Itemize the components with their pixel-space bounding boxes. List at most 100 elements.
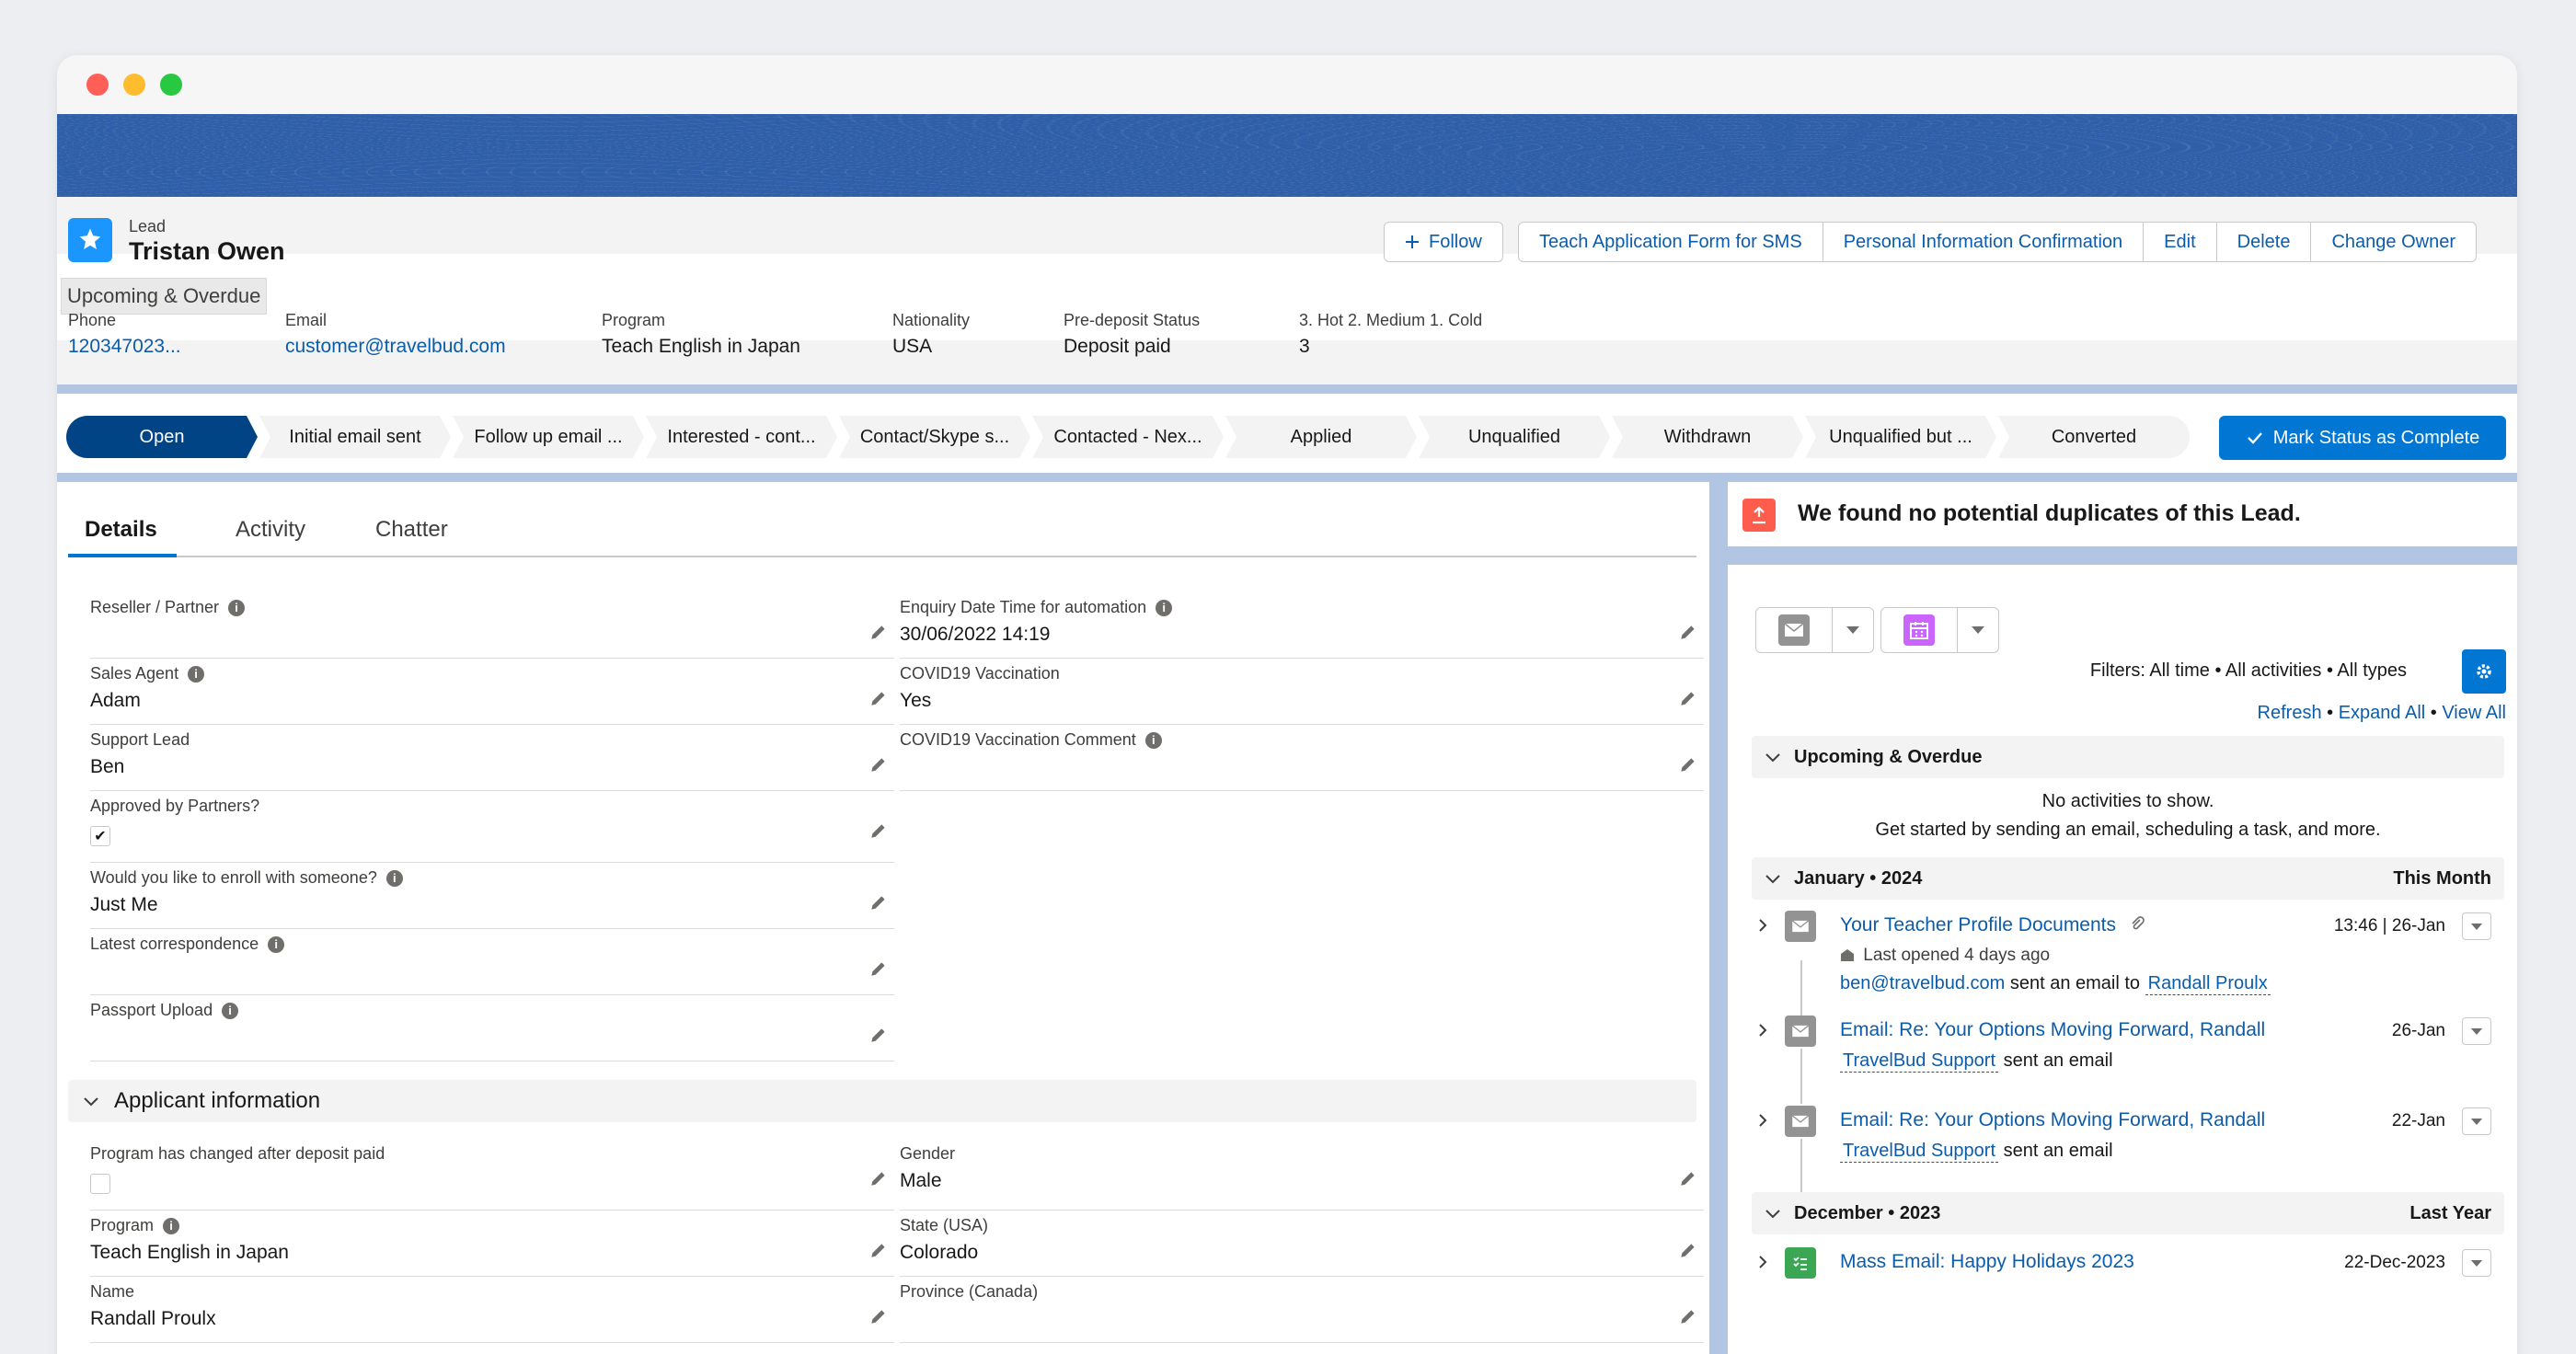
title-bar: [57, 55, 2517, 114]
edit-pencil-icon[interactable]: [1678, 1306, 1698, 1326]
path-stage-applied[interactable]: Applied: [1225, 416, 1417, 458]
edit-pencil-icon[interactable]: [868, 622, 889, 642]
info-icon[interactable]: i: [188, 665, 205, 683]
teach-application-form-button[interactable]: Teach Application Form for SMS: [1518, 222, 1823, 262]
activity-menu-button[interactable]: [2462, 1107, 2491, 1135]
path-stage-unqualified[interactable]: Unqualified: [1419, 416, 1610, 458]
follow-button[interactable]: Follow: [1384, 222, 1503, 262]
chevron-right-icon[interactable]: [1755, 1255, 1770, 1269]
sender-link[interactable]: TravelBud Support: [1840, 1141, 1999, 1163]
close-window-button[interactable]: [86, 74, 109, 96]
activity-menu-button[interactable]: [2462, 1017, 2491, 1045]
edit-pencil-icon[interactable]: [868, 1240, 889, 1260]
edit-pencil-icon[interactable]: [868, 892, 889, 912]
info-icon[interactable]: i: [228, 599, 246, 616]
field-sales-agent: Sales Agent i Adam: [90, 659, 894, 725]
tab-activity[interactable]: Activity: [236, 517, 305, 543]
activity-title[interactable]: Email: Re: Your Options Moving Forward, …: [1840, 1019, 2265, 1041]
edit-pencil-icon[interactable]: [868, 1025, 889, 1045]
edit-pencil-icon[interactable]: [1678, 1168, 1698, 1188]
info-icon[interactable]: i: [222, 1002, 239, 1019]
edit-pencil-icon[interactable]: [868, 958, 889, 979]
empty-line-2: Get started by sending an email, schedul…: [1875, 820, 2381, 840]
edit-pencil-icon[interactable]: [868, 688, 889, 708]
maximize-window-button[interactable]: [160, 74, 182, 96]
expand-all-link[interactable]: Expand All: [2339, 703, 2426, 723]
refresh-link[interactable]: Refresh: [2258, 703, 2322, 723]
envelope-open-icon: [1841, 949, 1854, 961]
edit-pencil-icon[interactable]: [868, 1168, 889, 1188]
path-stage-converted[interactable]: Converted: [1998, 416, 2190, 458]
path-stage-unqualified-but[interactable]: Unqualified but ...: [1805, 416, 1996, 458]
field-label: Approved by Partners?: [90, 797, 260, 815]
info-icon[interactable]: i: [163, 1217, 180, 1234]
edit-pencil-icon[interactable]: [1678, 622, 1698, 642]
group-january-2024[interactable]: January • 2024 This Month: [1752, 857, 2504, 900]
activity-menu-button[interactable]: [2462, 1249, 2491, 1277]
path-stage-contacted[interactable]: Contacted - Nex...: [1032, 416, 1224, 458]
phone-value[interactable]: 120347023...: [68, 336, 181, 358]
path-stage-withdrawn[interactable]: Withdrawn: [1612, 416, 1803, 458]
edit-pencil-icon[interactable]: [868, 1306, 889, 1326]
edit-pencil-icon[interactable]: [868, 754, 889, 775]
path-stage-contact-skype[interactable]: Contact/Skype s...: [839, 416, 1030, 458]
paperclip-icon: [2132, 916, 2145, 930]
recipient-link[interactable]: Randall Proulx: [2145, 973, 2271, 995]
field-approved-by-partners: Approved by Partners? ✔: [90, 791, 894, 863]
activity-menu-button[interactable]: [2462, 912, 2491, 940]
chevron-down-icon: [1765, 753, 1780, 763]
chevron-right-icon[interactable]: [1755, 1023, 1770, 1038]
activity-title[interactable]: Mass Email: Happy Holidays 2023: [1840, 1251, 2134, 1273]
chevron-right-icon[interactable]: [1755, 918, 1770, 933]
caret-down-icon: [1846, 626, 1859, 634]
chevron-right-icon[interactable]: [1755, 1113, 1770, 1128]
delete-button[interactable]: Delete: [2215, 222, 2312, 262]
program-changed-checkbox[interactable]: [90, 1174, 110, 1194]
info-icon[interactable]: i: [268, 935, 285, 953]
group-december-2023[interactable]: December • 2023 Last Year: [1752, 1192, 2504, 1234]
new-email-button[interactable]: [1755, 607, 1833, 653]
path-stage-follow-up[interactable]: Follow up email ...: [453, 416, 644, 458]
email-icon: [1785, 1106, 1816, 1137]
info-icon[interactable]: i: [1144, 731, 1162, 749]
group-upcoming-overdue[interactable]: Upcoming & Overdue: [1752, 736, 2504, 778]
info-icon[interactable]: i: [385, 869, 403, 887]
activity-links: Refresh • Expand All • View All: [2258, 703, 2506, 724]
minimize-window-button[interactable]: [123, 74, 145, 96]
field-name: Name Randall Proulx: [90, 1277, 894, 1343]
mark-status-complete-button[interactable]: Mark Status as Complete: [2219, 416, 2506, 460]
edit-pencil-icon[interactable]: [1678, 688, 1698, 708]
path-stage-open[interactable]: Open: [66, 416, 258, 458]
activity-action: sent an email: [2003, 1050, 2113, 1071]
edit-button[interactable]: Edit: [2143, 222, 2217, 262]
info-icon[interactable]: i: [1156, 599, 1173, 616]
approved-checkbox[interactable]: ✔: [90, 826, 110, 846]
edit-pencil-icon[interactable]: [1678, 754, 1698, 775]
edit-pencil-icon[interactable]: [1678, 1240, 1698, 1260]
activity-title[interactable]: Email: Re: Your Options Moving Forward, …: [1840, 1109, 2265, 1131]
view-all-link[interactable]: View All: [2442, 703, 2506, 723]
change-owner-button[interactable]: Change Owner: [2310, 222, 2477, 262]
sender-link[interactable]: ben@travelbud.com: [1840, 973, 2005, 993]
activity-title[interactable]: Your Teacher Profile Documents: [1840, 914, 2145, 936]
applicant-information-section[interactable]: Applicant information: [68, 1080, 1696, 1122]
email-menu-button[interactable]: [1832, 607, 1874, 653]
filter-settings-button[interactable]: [2462, 649, 2506, 694]
last-opened: Last opened 4 days ago: [1840, 946, 2050, 966]
path-stage-interested[interactable]: Interested - cont...: [646, 416, 837, 458]
new-event-button[interactable]: [1880, 607, 1958, 653]
tab-chatter[interactable]: Chatter: [375, 517, 448, 543]
lead-icon: [68, 218, 112, 262]
event-menu-button[interactable]: [1957, 607, 1999, 653]
separator: •: [2430, 703, 2443, 723]
tab-details[interactable]: Details: [85, 517, 157, 543]
email-value[interactable]: customer@travelbud.com: [285, 336, 506, 358]
edit-pencil-icon[interactable]: [868, 820, 889, 841]
sender-link[interactable]: TravelBud Support: [1840, 1050, 1999, 1073]
predeposit-status-value: Deposit paid: [1064, 336, 1171, 357]
caret-down-icon: [2470, 1027, 2483, 1035]
activity-action: sent an email: [2003, 1141, 2113, 1161]
personal-info-confirmation-button[interactable]: Personal Information Confirmation: [1822, 222, 2145, 262]
field-program: Program i Teach English in Japan: [90, 1211, 894, 1277]
path-stage-initial-email[interactable]: Initial email sent: [259, 416, 451, 458]
